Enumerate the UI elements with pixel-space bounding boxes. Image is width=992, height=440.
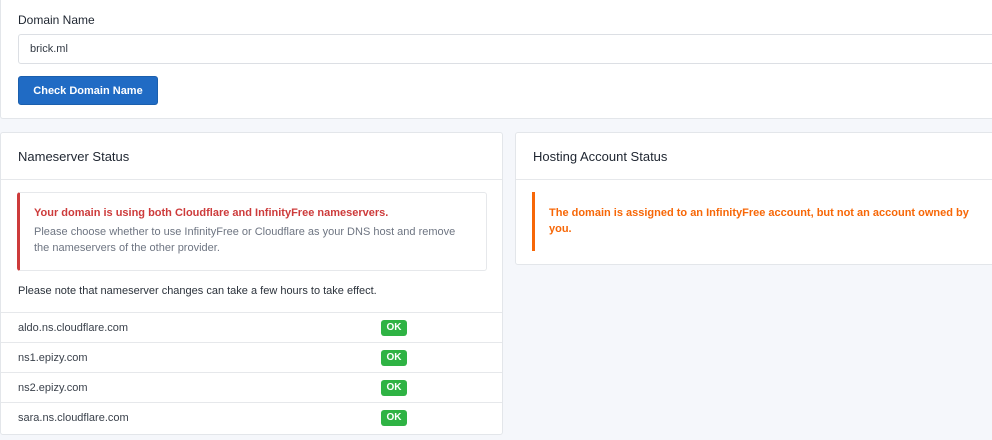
status-badge: OK <box>381 319 407 336</box>
hosting-warning-alert: The domain is assigned to an InfinityFre… <box>532 192 992 251</box>
check-domain-button[interactable]: Check Domain Name <box>18 76 158 105</box>
nameserver-alert-body: Please choose whether to use InfinityFre… <box>34 226 456 254</box>
nameserver-status-title: Nameserver Status <box>1 133 502 180</box>
table-row: ns1.epizy.com OK <box>1 342 502 372</box>
domain-name-input[interactable] <box>18 34 992 64</box>
nameserver-status-card: Nameserver Status Your domain is using b… <box>0 132 503 435</box>
table-row: aldo.ns.cloudflare.com OK <box>1 312 502 342</box>
hosting-account-status-card: Hosting Account Status The domain is ass… <box>515 132 992 265</box>
table-row: ns2.epizy.com OK <box>1 372 502 402</box>
status-badge: OK <box>381 379 407 396</box>
nameserver-name: aldo.ns.cloudflare.com <box>18 321 129 334</box>
nameserver-name: sara.ns.cloudflare.com <box>18 411 129 424</box>
status-badge: OK <box>381 349 407 366</box>
hosting-warning-message: The domain is assigned to an InfinityFre… <box>549 207 969 235</box>
nameserver-table: aldo.ns.cloudflare.com OK ns1.epizy.com … <box>1 312 502 432</box>
table-row: sara.ns.cloudflare.com OK <box>1 402 502 432</box>
hosting-status-title: Hosting Account Status <box>516 133 992 180</box>
domain-check-card: Domain Name Check Domain Name <box>0 0 992 119</box>
nameserver-danger-alert: Your domain is using both Cloudflare and… <box>17 192 487 271</box>
nameserver-note: Please note that nameserver changes can … <box>18 285 377 297</box>
domain-name-label: Domain Name <box>18 13 95 27</box>
status-badge: OK <box>381 409 407 426</box>
nameserver-alert-title: Your domain is using both Cloudflare and… <box>34 207 389 219</box>
nameserver-name: ns2.epizy.com <box>18 381 88 394</box>
nameserver-name: ns1.epizy.com <box>18 351 88 364</box>
